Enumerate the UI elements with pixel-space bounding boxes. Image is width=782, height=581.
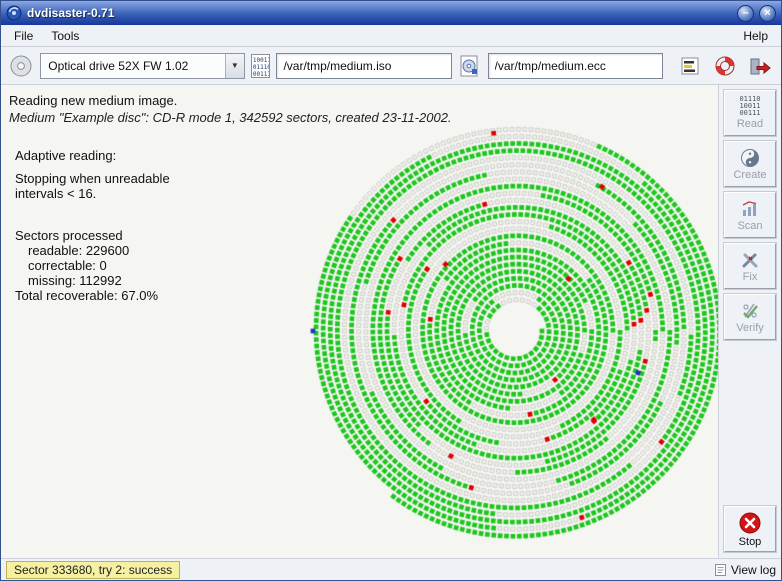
content-area: Reading new medium image. Medium "Exampl… (1, 85, 781, 558)
stop-condition-line2: intervals < 16. (15, 186, 97, 201)
main-panel: Reading new medium image. Medium "Exampl… (1, 85, 719, 558)
reading-stats: Adaptive reading: Stopping when unreadab… (15, 148, 170, 303)
operation-heading: Reading new medium image. (9, 93, 178, 108)
iso-path-input[interactable] (276, 52, 453, 79)
stop-icon (738, 511, 762, 535)
fix-label: Fix (742, 270, 758, 283)
drive-icon (7, 52, 34, 80)
total-recoverable: Total recoverable: 67.0% (15, 288, 159, 303)
sectors-correctable: correctable: 0 (28, 258, 107, 273)
sectors-title: Sectors processed (15, 228, 123, 243)
view-log-button[interactable]: View log (714, 563, 776, 577)
adaptive-reading-spiral (296, 111, 718, 551)
menu-help[interactable]: Help (734, 26, 777, 46)
stop-condition-line1: Stopping when unreadable (15, 171, 170, 186)
app-window: dvdisaster-0.71 – × File Tools Help Opti… (0, 0, 782, 581)
close-button[interactable]: × (759, 4, 776, 22)
verify-button[interactable]: Verify (723, 293, 777, 341)
ecc-file-icon (458, 52, 481, 80)
stop-button[interactable]: Stop (723, 505, 777, 553)
window-icon (6, 5, 22, 21)
log-icon (714, 563, 727, 577)
preferences-button[interactable] (675, 51, 704, 81)
create-button[interactable]: Create (723, 140, 777, 188)
verify-icon (740, 301, 760, 321)
drive-select[interactable]: Optical drive 52X FW 1.02 ▼ (40, 52, 245, 79)
action-sidebar: 01110 10011 00111 Read Create Scan Fix V… (719, 85, 781, 558)
create-label: Create (733, 168, 767, 181)
statusbar: Sector 333680, try 2: success View log (1, 558, 781, 580)
mode-title: Adaptive reading: (15, 148, 117, 163)
drive-select-value: Optical drive 52X FW 1.02 (48, 58, 189, 73)
stop-label: Stop (738, 535, 762, 548)
read-icon: 01110 10011 00111 (739, 95, 761, 117)
fix-icon (740, 250, 760, 270)
verify-label: Verify (736, 321, 764, 334)
read-label: Read (736, 118, 764, 130)
toolbar: Optical drive 52X FW 1.02 ▼ 10011 01110 … (1, 47, 781, 85)
image-file-icon: 10011 01110 00111 (250, 53, 271, 78)
fix-button[interactable]: Fix (723, 242, 777, 290)
read-button[interactable]: 01110 10011 00111 Read (723, 89, 777, 137)
view-log-label: View log (730, 562, 776, 577)
chevron-down-icon: ▼ (224, 53, 244, 78)
create-icon (740, 148, 760, 168)
menu-tools[interactable]: Tools (42, 26, 88, 46)
minimize-button[interactable]: – (737, 4, 754, 22)
window-title: dvdisaster-0.71 (27, 6, 115, 20)
menubar: File Tools Help (1, 25, 781, 47)
titlebar: dvdisaster-0.71 – × (1, 1, 781, 25)
sectors-readable: readable: 229600 (28, 243, 130, 258)
sectors-missing: missing: 112992 (28, 273, 122, 288)
scan-label: Scan (737, 219, 763, 232)
ecc-path-input[interactable] (487, 52, 664, 79)
scan-button[interactable]: Scan (723, 191, 777, 239)
quit-button[interactable] (746, 51, 775, 81)
scan-icon (740, 199, 760, 219)
help-button[interactable] (710, 51, 739, 81)
menu-file[interactable]: File (5, 26, 42, 46)
status-message: Sector 333680, try 2: success (6, 560, 181, 579)
